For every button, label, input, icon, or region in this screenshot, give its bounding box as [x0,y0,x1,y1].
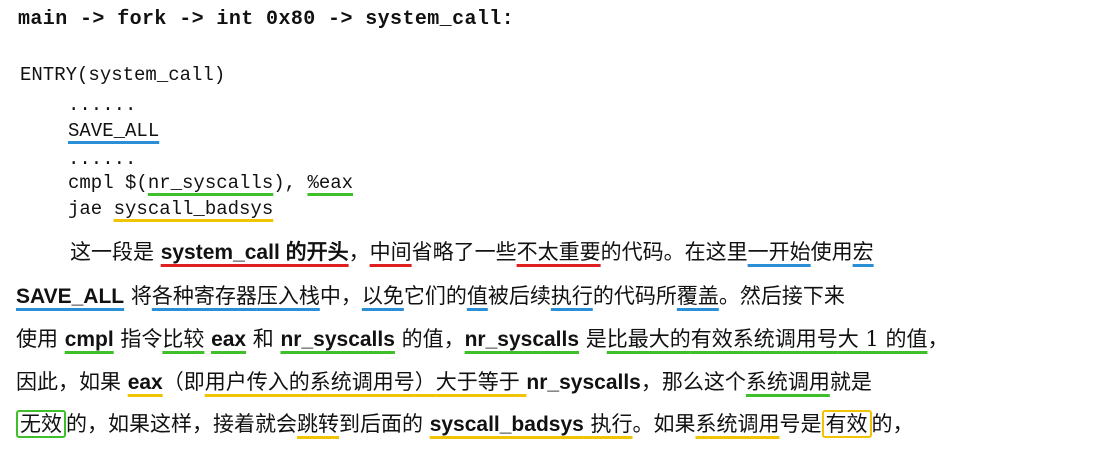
section-heading: main -> fork -> int 0x80 -> system_call: [18,8,515,31]
nr-syscalls-token: nr_syscalls [147,172,274,194]
text-jump: 跳转 [297,412,339,436]
code-ellipsis-2: ...... [68,148,137,170]
text-span: 因此，如果 [16,370,128,394]
cmpl-prefix: cmpl $( [68,172,148,194]
text-at-start: 一开始 [747,240,811,264]
text-avoid: 以免 [361,284,404,308]
text-span: 到后面的 [339,412,430,436]
save-all-text: SAVE_ALL [16,285,125,308]
syscall-badsys-text: syscall_badsys [429,413,584,436]
text-syscall: 系统调用 [745,370,830,394]
text-span: ，那么这个 [640,370,746,394]
text-max: 比最大的 [606,327,691,351]
text-span: 和 [246,327,281,351]
code-ellipsis-1: ...... [68,94,137,116]
text-valid-syscall-number: 有效系统调用号 [690,327,838,351]
text-span: 中， [319,284,362,308]
text-span: 的， [871,412,914,436]
code-entry: ENTRY(system_call) [20,64,226,86]
paragraph-line-2: SAVE_ALL 将各种寄存器压入栈中，以免它们的值被后续执行的代码所覆盖。然后… [16,282,1078,311]
text-greater-equal: 大于等于 [435,370,527,394]
text-syscall-2: 系统调用 [695,412,780,436]
paragraph-line-4: 因此，如果 eax（即用户传入的系统调用号）大于等于 nr_syscalls，那… [16,368,1078,397]
text-macro: 宏 [852,240,874,264]
text-span: 。如果 [632,412,696,436]
text-invalid: 无效 [16,410,66,438]
text-plus-one: 大 1 的值 [837,327,928,351]
text-span: ， [927,327,949,351]
eax-text: eax [211,328,247,351]
text-span: 将 [124,284,152,308]
text-registers: 各种寄存器 [151,284,257,308]
cmpl-text: cmpl [64,328,114,351]
text-span: 被后续 [487,284,551,308]
save-all-token: SAVE_ALL [68,120,160,142]
paragraph-line-5: 无效 的，如果这样，接着就会跳转到后面的 syscall_badsys 执行。如果… [16,410,1078,439]
code-cmpl: cmpl $(nr_syscalls), %eax [68,170,353,196]
text-span: 的代码所 [592,284,677,308]
text-span: 。然后接下来 [718,284,845,308]
eax-text-2: eax [127,371,163,394]
paragraph-line-3: 使用 cmpl 指令比较 eax 和 nr_syscalls 的值，nr_sys… [16,325,1078,354]
text-span: 就是 [829,370,872,394]
nr-syscalls-text-3: nr_syscalls [526,371,641,394]
text-span: 这一段是 [70,240,161,264]
nr-syscalls-text-2: nr_syscalls [464,328,580,351]
text-span: 的代码。在这里 [600,240,748,264]
code-jae: jae syscall_badsys [68,196,273,222]
text-span: 使用 [810,240,853,264]
paragraph-line-1: 这一段是 system_call 的开头，中间省略了一些不太重要的代码。在这里一… [70,238,1093,267]
text-execute-2: 执行 [583,412,633,436]
text-span: ） [414,370,436,394]
text-span: 的值， [394,327,465,351]
text-value: 值 [466,284,488,308]
text-span: ， [348,240,370,264]
nr-syscalls-text: nr_syscalls [280,328,395,351]
text-span: 指令 [113,327,163,351]
system-call-start: system_call 的开头 [160,241,349,264]
code-save-all: SAVE_ALL [68,118,159,144]
text-push-stack: 压入栈 [256,284,320,308]
text-span: 使用 [16,327,65,351]
text-user-passed: 用户传入的 [204,370,310,394]
text-overwrite: 覆盖 [676,284,719,308]
text-unimportant: 不太重要 [516,240,601,264]
text-syscall-number: 系统调用号 [309,370,415,394]
text-span: （即 [162,370,205,394]
text-middle: 中间 [369,240,412,264]
text-execute: 执行 [550,284,593,308]
eax-token: %eax [307,172,354,194]
text-span: 的，如果这样，接着就会 [66,412,297,436]
text-valid: 有效 [821,410,872,438]
text-span: 是 [579,327,607,351]
text-span: 它们的 [403,284,467,308]
cmpl-mid: ), [273,172,308,194]
text-span: 号是 [779,412,822,436]
syscall-badsys-token: syscall_badsys [113,198,274,220]
jae-prefix: jae [68,198,114,220]
text-compare: 比较 [162,327,205,351]
text-span: 省略了一些 [411,240,517,264]
